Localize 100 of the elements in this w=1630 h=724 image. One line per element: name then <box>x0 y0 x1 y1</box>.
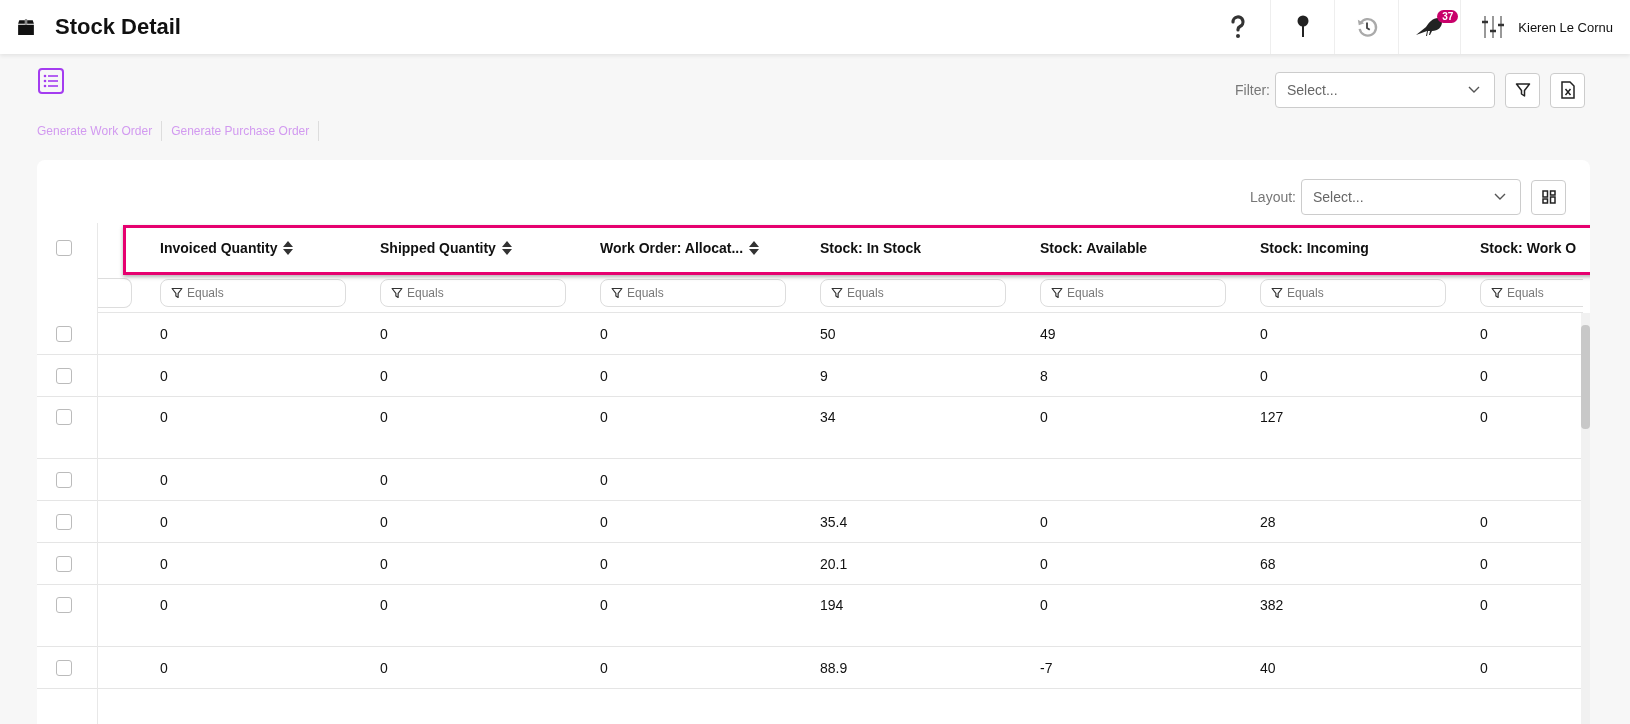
table-cell: 40 <box>1260 659 1276 676</box>
table-cell: 50 <box>820 325 836 342</box>
table-cell: 0 <box>380 555 388 572</box>
layout-button[interactable] <box>1531 179 1566 215</box>
filter-button[interactable] <box>1505 72 1540 108</box>
table-cell: 0 <box>1260 325 1268 342</box>
table-cell: 0 <box>1480 555 1488 572</box>
table-cell: -7 <box>1040 659 1053 676</box>
table-cell: 0 <box>380 325 388 342</box>
table-cell: 0 <box>600 513 608 530</box>
table-cell: 28 <box>1260 513 1276 530</box>
table-cell: 127 <box>1260 409 1284 425</box>
table-cell: 0 <box>1040 409 1048 425</box>
filter-icon <box>1491 286 1503 299</box>
sort-icon[interactable] <box>501 241 512 255</box>
table-cell: 9 <box>820 367 828 384</box>
layout-label: Layout: <box>1250 189 1296 205</box>
excel-export-button[interactable] <box>1550 72 1585 108</box>
table-cell: 0 <box>380 471 388 488</box>
column-header[interactable]: Stock: Available <box>1040 240 1148 256</box>
table-cell: 0 <box>600 555 608 572</box>
table-cell: 0 <box>160 555 168 572</box>
table-cell: 0 <box>1260 367 1268 384</box>
column-filter-field[interactable]: Equals <box>600 278 786 307</box>
row-checkbox[interactable] <box>56 325 72 342</box>
table-cell: 0 <box>160 367 168 384</box>
table-cell: 0 <box>1480 409 1488 425</box>
user-name: Kieren Le Cornu <box>1518 18 1614 37</box>
table-cell: 0 <box>600 409 608 425</box>
scrollbar[interactable] <box>1581 313 1590 724</box>
table-cell: 20.1 <box>820 555 848 572</box>
table-cell: 0 <box>160 325 168 342</box>
table-cell: 35.4 <box>820 513 848 530</box>
column-filter-field[interactable]: Equals <box>820 278 1006 307</box>
column-header[interactable]: Stock: Incoming <box>1260 240 1369 256</box>
layout-select[interactable]: Select... <box>1301 179 1521 215</box>
row-checkbox[interactable] <box>56 555 72 572</box>
column-header[interactable]: Stock: Work O <box>1480 240 1577 256</box>
grid-icon <box>1541 190 1556 204</box>
table-cell: 0 <box>160 659 168 676</box>
table-cell: 0 <box>1040 597 1048 613</box>
list-icon <box>38 68 64 94</box>
table-cell: 0 <box>1040 555 1048 572</box>
chevron-down-icon <box>1494 193 1506 201</box>
question-mark-icon <box>1230 15 1247 39</box>
row-checkbox[interactable] <box>56 471 72 488</box>
table-cell: 0 <box>600 597 608 613</box>
table-cell: 0 <box>380 409 388 425</box>
table-cell: 0 <box>380 513 388 530</box>
table-cell: 0 <box>600 471 608 488</box>
table-cell: 0 <box>1480 325 1488 342</box>
notifications-button[interactable]: 37 <box>1398 0 1461 54</box>
column-header[interactable]: Work Order: Allocat... <box>600 240 744 256</box>
table-cell: 0 <box>600 659 608 676</box>
table-cell: 194 <box>820 597 844 613</box>
table-cell: 0 <box>160 409 168 425</box>
table-cell: 0 <box>160 597 168 613</box>
column-filter-field[interactable]: Equals <box>1480 278 1583 307</box>
filter-icon <box>171 286 183 299</box>
filter-icon <box>611 286 623 299</box>
table-cell: 34 <box>820 409 836 425</box>
box-icon <box>17 18 35 36</box>
column-filter-field[interactable]: Equals <box>1040 278 1226 307</box>
row-checkbox[interactable] <box>56 659 72 676</box>
column-filter-field[interactable]: Equals <box>160 278 346 307</box>
filter-icon <box>831 286 843 299</box>
table-cell: 0 <box>1480 597 1488 613</box>
table-cell: 382 <box>1260 597 1284 613</box>
sliders-icon <box>1481 15 1504 39</box>
table-cell: 0 <box>380 367 388 384</box>
table-cell: 88.9 <box>820 659 848 676</box>
sort-icon[interactable] <box>283 241 294 255</box>
sort-icon[interactable] <box>749 241 760 255</box>
column-header[interactable]: Invoiced Quantity <box>160 240 278 256</box>
row-checkbox[interactable] <box>56 367 72 384</box>
table-cell: 0 <box>380 597 388 613</box>
table-cell: 8 <box>1040 367 1048 384</box>
row-checkbox[interactable] <box>56 409 72 425</box>
table-cell: 49 <box>1040 325 1056 342</box>
filter-icon <box>1271 286 1283 299</box>
row-checkbox[interactable] <box>56 513 72 530</box>
column-filter-field[interactable]: Equals <box>1260 278 1446 307</box>
chevron-down-icon <box>1468 86 1480 94</box>
column-filter-field[interactable]: Equals <box>380 278 566 307</box>
table-cell: 0 <box>160 471 168 488</box>
table-cell: 0 <box>1480 513 1488 530</box>
list-view-button[interactable] <box>38 68 64 94</box>
table-cell: 0 <box>1480 367 1488 384</box>
select-all-checkbox[interactable] <box>56 240 72 256</box>
row-checkbox[interactable] <box>56 597 72 613</box>
table-cell: 0 <box>600 367 608 384</box>
filter-icon <box>1051 286 1063 299</box>
pin-icon <box>1295 15 1310 39</box>
table-cell: 0 <box>1040 513 1048 530</box>
filter-select[interactable]: Select... <box>1275 72 1495 108</box>
table-cell: 0 <box>600 325 608 342</box>
page-title: Stock Detail <box>55 14 181 40</box>
column-header[interactable]: Stock: In Stock <box>820 240 922 256</box>
column-header[interactable]: Shipped Quantity <box>380 240 496 256</box>
spreadsheet-file-icon <box>1560 81 1575 99</box>
